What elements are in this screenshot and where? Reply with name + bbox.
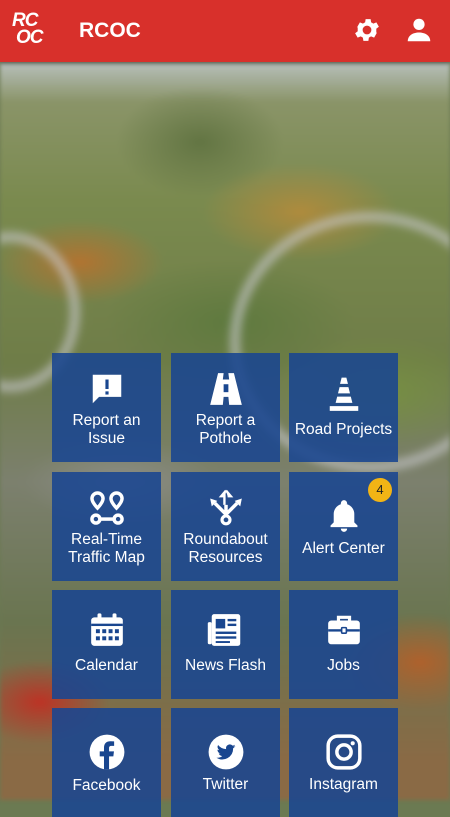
alert-message-icon [92, 374, 121, 404]
tile-label-line-1: Facebook [72, 777, 141, 794]
tile-calendar[interactable]: Calendar [52, 590, 161, 699]
tile-twitter[interactable]: Twitter [171, 708, 280, 817]
tile-label-line-2: Pothole [199, 430, 252, 447]
roundabout-arrows-icon [209, 489, 242, 526]
gear-icon [355, 19, 379, 41]
tile-jobs[interactable]: Jobs [289, 590, 398, 699]
tile-label-line-1: Report a [195, 412, 256, 429]
bell-icon [330, 500, 357, 532]
tile-label-line-1: Twitter [202, 776, 249, 793]
tile-traffic-map[interactable]: Real-Time Traffic Map [52, 472, 161, 581]
profile-button[interactable] [404, 15, 434, 45]
tile-label-line-1: Real-Time [71, 531, 142, 548]
twitter-icon [208, 734, 243, 770]
tile-alert-center[interactable]: 4 Alert Center [289, 472, 398, 581]
app-title: RCOC [79, 19, 141, 42]
calendar-icon [90, 613, 123, 646]
tile-label-line-2: Resources [188, 549, 263, 566]
settings-button[interactable] [352, 15, 382, 45]
road-icon [209, 373, 242, 405]
tile-report-pothole[interactable]: Report a Pothole [171, 353, 280, 462]
tile-report-issue[interactable]: Report an Issue [52, 353, 161, 462]
app-bar: RC OC RCOC [0, 0, 450, 62]
tile-label-line-2: Traffic Map [68, 549, 145, 566]
tile-label-line-1: Instagram [309, 776, 378, 793]
tile-label-line-1: News Flash [185, 657, 266, 674]
tile-label-line-1: Report an [72, 412, 141, 429]
tile-instagram[interactable]: Instagram [289, 708, 398, 817]
rcoc-logo: RC OC [12, 11, 52, 50]
tile-roundabout-resources[interactable]: Roundabout Resources [171, 472, 280, 581]
facebook-icon [89, 734, 124, 770]
tile-label-line-1: Calendar [75, 657, 138, 674]
instagram-icon [325, 734, 362, 770]
tile-facebook[interactable]: Facebook [52, 708, 161, 817]
newspaper-icon [207, 614, 240, 646]
tile-news-flash[interactable]: News Flash [171, 590, 280, 699]
tile-label-line-1: Road Projects [294, 421, 393, 438]
person-icon [407, 18, 431, 42]
briefcase-icon [327, 615, 360, 645]
tile-label-line-1: Alert Center [302, 540, 385, 557]
route-pins-icon [89, 491, 124, 525]
tile-label-line-2: Issue [87, 430, 126, 447]
tile-road-projects[interactable]: Road Projects [289, 353, 398, 462]
tile-label-line-1: Jobs [327, 657, 360, 674]
traffic-cone-icon [329, 377, 358, 411]
tile-label-line-1: Roundabout [183, 531, 268, 548]
logo-line-2: OC [16, 27, 44, 48]
